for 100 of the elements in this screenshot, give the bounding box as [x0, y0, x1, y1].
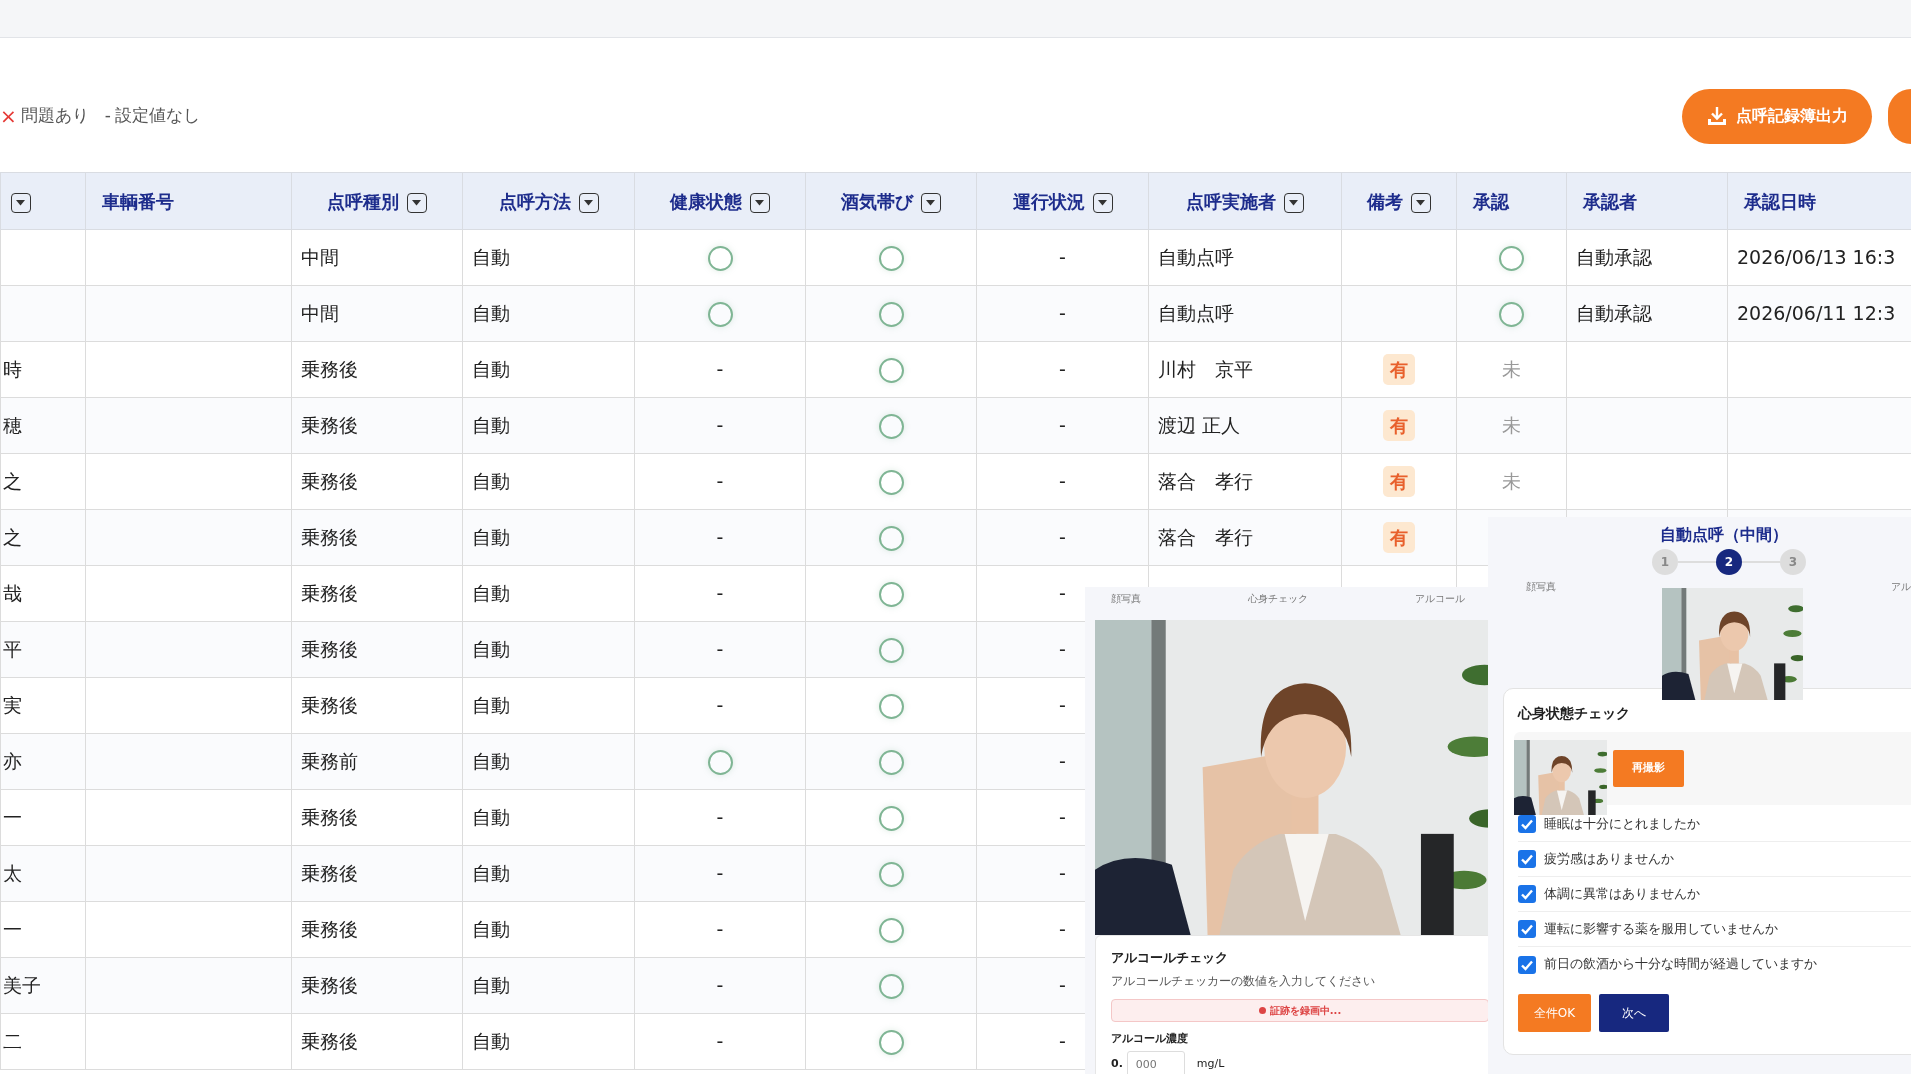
column-header: 酒気帯び: [841, 190, 913, 212]
filter-icon[interactable]: [578, 192, 599, 213]
table-cell: 自動: [462, 509, 635, 566]
column-header: 承認: [1473, 190, 1509, 212]
checkbox[interactable]: [1518, 815, 1536, 833]
circle-icon: [878, 974, 904, 1000]
table-cell: 之: [0, 509, 86, 566]
table-cell: 自動: [462, 789, 635, 846]
table-cell: 乗務後: [291, 677, 463, 734]
filter-icon[interactable]: [750, 192, 770, 213]
recording-dot-icon: [1258, 1007, 1266, 1014]
unit-label: mg/L: [1196, 1055, 1225, 1072]
circle-icon: [707, 302, 733, 328]
circle-icon: [878, 582, 904, 608]
checklist-label: 睡眠は十分にとれましたか: [1544, 814, 1700, 833]
filter-icon[interactable]: [1284, 192, 1304, 213]
filter-icon[interactable]: [407, 192, 427, 213]
dash-mark: -: [634, 341, 806, 398]
table-cell: 太: [0, 845, 86, 902]
circle-icon: [878, 358, 904, 384]
panel-title: 自動点呼（中間）: [1658, 524, 1789, 546]
section-title: 心身状態チェック: [1516, 704, 1631, 723]
value-prefix: 0.: [1111, 1055, 1123, 1072]
column-header: 承認者: [1583, 190, 1637, 212]
dash-mark: -: [634, 509, 806, 566]
circle-icon: [878, 750, 904, 776]
table-cell: 自動: [462, 733, 635, 790]
circle-icon: [707, 246, 733, 272]
checkbox[interactable]: [1518, 850, 1536, 868]
table-cell: 中間: [291, 229, 463, 286]
action-button[interactable]: [1888, 88, 1911, 144]
circle-icon: [878, 414, 904, 440]
table-cell: 平: [0, 621, 86, 678]
all-ok-button[interactable]: 全件OK: [1518, 994, 1591, 1032]
column-header: 車輌番号: [102, 190, 174, 212]
table-cell: 乗務後: [291, 565, 463, 622]
retake-button[interactable]: 再撮影: [1613, 750, 1684, 787]
table-cell: 乗務後: [291, 845, 463, 902]
table-cell: 哉: [0, 565, 86, 622]
checklist-label: 運転に影響する薬を服用していませんか: [1544, 919, 1778, 938]
filter-icon[interactable]: [1092, 192, 1113, 213]
column-header: 承認日時: [1744, 190, 1816, 212]
dash-mark: -: [634, 397, 806, 454]
circle-icon: [878, 302, 904, 328]
step-indicator: 3: [1780, 549, 1806, 575]
dash-mark: -: [634, 957, 806, 1014]
pending-mark: 未: [1502, 414, 1521, 437]
table-cell: 自動: [462, 957, 635, 1014]
step-label: 心身チェック: [1248, 592, 1308, 606]
table-cell: 2026/06/11 12:3: [1727, 285, 1911, 342]
filter-icon[interactable]: [921, 192, 941, 213]
circle-icon: [878, 918, 904, 944]
circle-icon: [878, 246, 904, 272]
table-cell: 川村 京平: [1148, 341, 1342, 398]
table-cell: 自動: [462, 453, 635, 510]
checkbox[interactable]: [1518, 885, 1536, 903]
step-label: 顔写真: [1526, 580, 1556, 594]
table-cell: 自動承認: [1566, 229, 1728, 286]
download-icon: [1706, 105, 1728, 127]
circle-icon: [878, 470, 904, 496]
column-header: 備考: [1367, 190, 1403, 212]
column-header: 点呼種別: [327, 190, 399, 212]
remark-badge: 有: [1383, 354, 1415, 385]
table-cell: 乗務後: [291, 397, 463, 454]
next-button[interactable]: 次へ: [1599, 994, 1669, 1032]
step-indicator: 2: [1716, 549, 1742, 575]
pending-mark: 未: [1502, 358, 1521, 381]
table-cell: 自動: [462, 1013, 635, 1070]
dash-mark: -: [634, 453, 806, 510]
step-label: 顔写真: [1111, 592, 1141, 606]
table-cell: 自動: [462, 229, 635, 286]
table-cell: 自動: [462, 397, 635, 454]
checkbox[interactable]: [1518, 955, 1536, 974]
table-cell: 乗務後: [291, 509, 463, 566]
checklist-label: 疲労感はありませんか: [1544, 849, 1674, 868]
dash-mark: -: [976, 397, 1149, 454]
legend-label: 設定値なし: [114, 104, 200, 128]
export-button[interactable]: 点呼記録簿出力: [1682, 88, 1872, 144]
dash-mark: -: [634, 621, 806, 678]
remark-badge: 有: [1383, 466, 1415, 497]
table-cell: 一: [0, 901, 86, 958]
circle-icon: [707, 750, 733, 776]
input-field[interactable]: 000: [1126, 1051, 1185, 1074]
table-cell: 之: [0, 453, 86, 510]
dash-mark: -: [976, 509, 1149, 566]
dash-mark: -: [976, 285, 1149, 342]
table-cell: 二: [0, 1013, 86, 1070]
filter-icon[interactable]: [1411, 192, 1431, 213]
dash-mark: -: [634, 565, 806, 622]
checklist-label: 体調に異常はありませんか: [1544, 884, 1700, 903]
checkbox[interactable]: [1518, 920, 1536, 938]
remark-badge: 有: [1383, 522, 1415, 553]
filter-icon[interactable]: [11, 192, 31, 213]
table-cell: 乗務後: [291, 901, 463, 958]
table-cell: 一: [0, 789, 86, 846]
table-cell: 時: [0, 341, 86, 398]
table-cell: 実: [0, 677, 86, 734]
column-header: 点呼実施者: [1186, 190, 1276, 212]
circle-icon: [878, 694, 904, 720]
table-cell: 中間: [291, 285, 463, 342]
